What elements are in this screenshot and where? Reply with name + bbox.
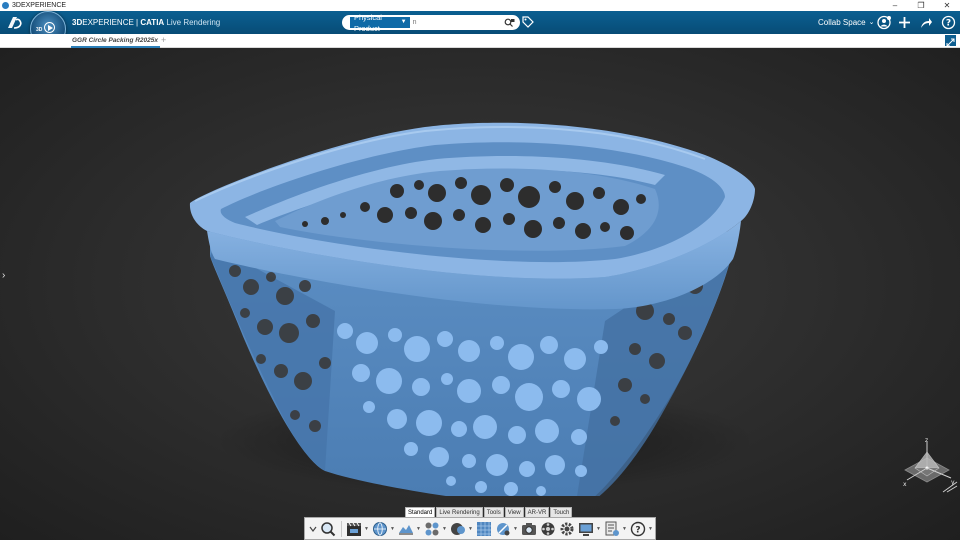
action-bar-tabs: Standard Live Rendering Tools View AR-VR… <box>405 507 573 517</box>
svg-text:?: ? <box>946 19 951 29</box>
orientation-compass[interactable]: z x y <box>895 434 959 494</box>
chevron-down-icon[interactable]: ▼ <box>442 526 447 532</box>
tag-icon[interactable] <box>521 15 535 29</box>
app-icon <box>2 2 9 9</box>
chevron-down-icon[interactable]: ▼ <box>596 526 601 532</box>
render-film-icon[interactable] <box>539 520 557 538</box>
window-title-bar: 3DEXPERIENCE – ❐ ✕ <box>0 0 960 11</box>
brand-role: Live Rendering <box>164 18 221 27</box>
tab-touch[interactable]: Touch <box>550 507 573 517</box>
chevron-down-icon: ▼ <box>400 19 407 25</box>
lighting-icon[interactable] <box>494 520 512 538</box>
play-icon <box>44 22 55 33</box>
texture-pattern-icon[interactable] <box>475 520 493 538</box>
collab-space-label: Collab Space <box>818 18 866 27</box>
top-bar: 3DEXPERIENCE | CATIA Live Rendering Phys… <box>0 11 960 34</box>
user-icon[interactable] <box>877 15 892 30</box>
environment-icon[interactable] <box>397 520 415 538</box>
chevron-down-icon[interactable]: ▼ <box>622 526 627 532</box>
tab-view[interactable]: View <box>504 507 524 517</box>
chevron-down-icon: ⌄ <box>868 19 875 26</box>
chevron-down-icon[interactable]: ▼ <box>468 526 473 532</box>
tab-bar: GGR Circle Packing R2025x + <box>0 34 960 48</box>
film-clapper-icon[interactable] <box>345 520 363 538</box>
zoom-search-icon[interactable] <box>319 520 337 538</box>
chevron-down-icon[interactable]: ▼ <box>648 526 653 532</box>
maximize-button[interactable]: ❐ <box>908 0 934 11</box>
chevron-down-icon[interactable]: ▼ <box>390 526 395 532</box>
compass-3d-label: 3D <box>36 27 43 33</box>
tab-tools[interactable]: Tools <box>483 507 504 517</box>
3d-viewport[interactable]: › z x y <box>0 48 960 540</box>
material-icon[interactable] <box>449 520 467 538</box>
chevron-down-icon[interactable]: ▼ <box>416 526 421 532</box>
chevron-down-icon[interactable]: ▼ <box>513 526 518 532</box>
tab-standard[interactable]: Standard <box>405 507 436 517</box>
collab-space-selector[interactable]: Collab Space ⌄ <box>818 11 874 34</box>
app-brand: 3DEXPERIENCE | CATIA Live Rendering <box>72 11 220 34</box>
search-scope-dropdown[interactable]: Physical Product ▼ <box>350 13 410 33</box>
collapse-chevron-icon[interactable] <box>308 520 318 538</box>
camera-icon[interactable] <box>520 520 538 538</box>
chevron-down-icon[interactable]: ▼ <box>364 526 369 532</box>
chevron-right-icon[interactable]: › <box>2 270 5 281</box>
brand-3d: 3D <box>72 18 83 27</box>
search-scope-label: Physical Product <box>354 12 382 33</box>
window-controls: – ❐ ✕ <box>882 0 960 11</box>
search-box: Physical Product ▼ <box>342 13 520 33</box>
tab-ar-vr[interactable]: AR-VR <box>524 507 550 517</box>
axis-z-label: z <box>925 437 928 444</box>
settings-gear-icon[interactable] <box>558 520 576 538</box>
close-button[interactable]: ✕ <box>934 0 960 11</box>
display-screen-icon[interactable] <box>577 520 595 538</box>
brand-experience: EXPERIENCE <box>82 18 134 27</box>
axis-x-label: x <box>903 481 907 488</box>
search-icon[interactable] <box>504 17 515 28</box>
objects-grid-icon[interactable] <box>423 520 441 538</box>
minimize-button[interactable]: – <box>882 0 908 11</box>
globe-view-icon[interactable] <box>371 520 389 538</box>
help-icon[interactable]: ? <box>941 15 956 30</box>
tab-ggr-circle-packing[interactable]: GGR Circle Packing R2025x <box>71 34 160 48</box>
help-icon[interactable]: ? <box>629 520 647 538</box>
basket-model[interactable] <box>185 81 760 496</box>
expand-icon[interactable] <box>945 35 956 47</box>
svg-text:?: ? <box>635 525 640 535</box>
brand-app: CATIA <box>140 18 165 27</box>
add-tab-button[interactable]: + <box>161 34 166 47</box>
tab-live-rendering[interactable]: Live Rendering <box>436 507 483 517</box>
action-bar: ▼ ▼ ▼ ▼ ▼ ▼ ▼ ▼ ? ▼ <box>304 517 656 540</box>
separator <box>341 520 342 537</box>
plus-icon[interactable] <box>897 15 912 30</box>
search-input[interactable] <box>409 17 504 28</box>
document-settings-icon[interactable] <box>603 520 621 538</box>
share-icon[interactable] <box>918 15 933 30</box>
ds-logo-icon[interactable] <box>6 14 24 31</box>
window-title: 3DEXPERIENCE <box>12 2 67 9</box>
